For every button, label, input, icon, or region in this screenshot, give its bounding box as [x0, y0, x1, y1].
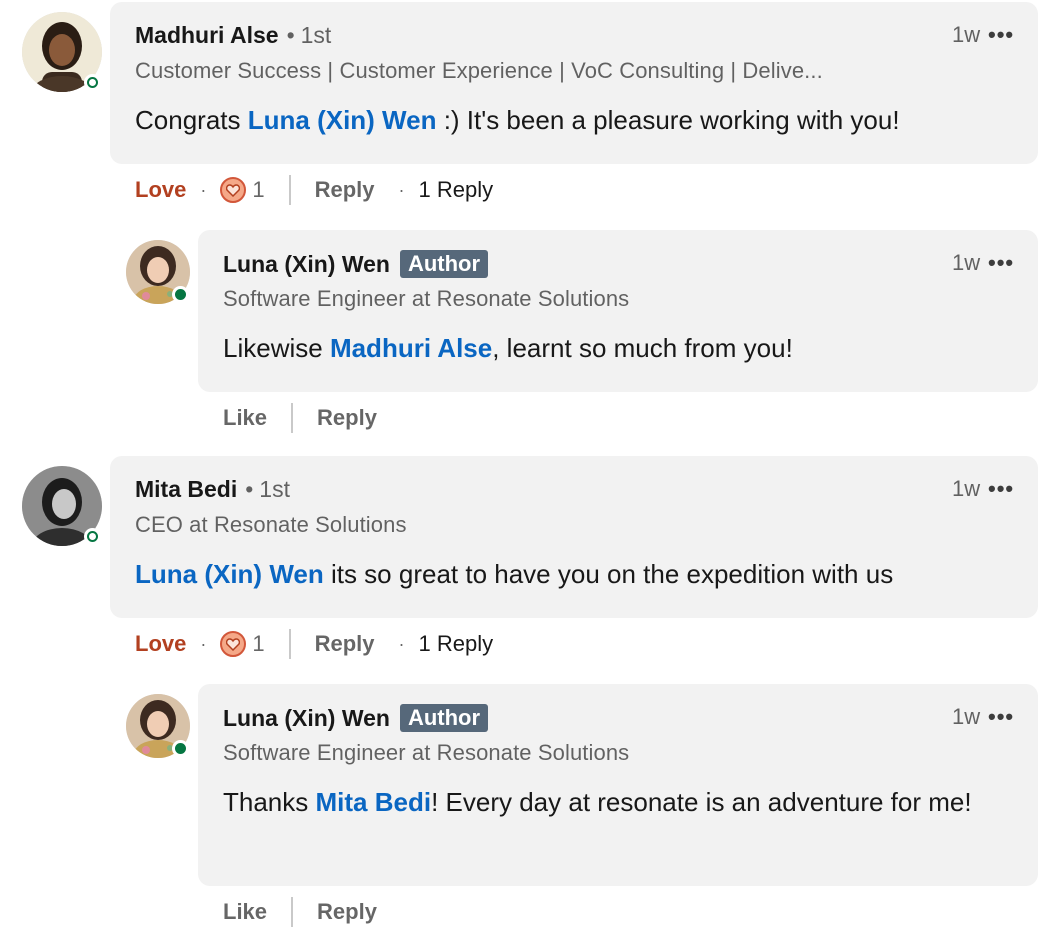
author-badge: Author	[399, 250, 489, 278]
comment-actions: Love · 1 Reply · 1 Reply	[135, 174, 493, 206]
comment-text: Luna (Xin) Wen its so great to have you …	[135, 559, 894, 589]
online-status-icon	[172, 286, 189, 303]
author-headline: CEO at Resonate Solutions	[135, 512, 407, 537]
more-horizontal-icon[interactable]: •••	[988, 476, 1014, 502]
comments-thread: Madhuri Alse • 1st Customer Success | Cus…	[0, 0, 1052, 938]
online-status-icon	[172, 740, 189, 757]
reply-author-name[interactable]: Luna (Xin) Wen	[223, 705, 390, 732]
avatar-mita-bedi[interactable]	[22, 466, 102, 546]
author-headline: Customer Success | Customer Experience |…	[135, 58, 823, 83]
reply-button[interactable]: Reply	[317, 405, 377, 431]
online-status-icon	[84, 74, 101, 91]
mention-link[interactable]: Mita Bedi	[316, 787, 432, 817]
reply-text: Likewise Madhuri Alse, learnt so much fr…	[223, 333, 793, 363]
reply-text: Thanks Mita Bedi! Every day at resonate …	[223, 787, 972, 817]
reply-actions: Like Reply	[223, 402, 377, 434]
author-badge: Author	[399, 704, 489, 732]
comment-author-name[interactable]: Mita Bedi	[135, 476, 237, 503]
avatar-madhuri-alse[interactable]	[22, 12, 102, 92]
comment-name-line: Madhuri Alse • 1st	[135, 22, 331, 49]
mention-link[interactable]: Luna (Xin) Wen	[135, 559, 324, 589]
action-divider	[288, 629, 291, 659]
separator-dot: ·	[200, 179, 207, 200]
love-reaction-button[interactable]: Love	[135, 631, 186, 657]
reply-actions: Like Reply	[223, 896, 377, 928]
reaction-count[interactable]: 1	[220, 177, 265, 203]
reply-button[interactable]: Reply	[315, 631, 375, 657]
comment-timestamp: 1w	[952, 22, 981, 47]
connection-degree: • 1st	[245, 476, 290, 502]
replies-count-link[interactable]: 1 Reply	[419, 631, 494, 657]
reaction-count[interactable]: 1	[220, 631, 265, 657]
replies-count-link[interactable]: 1 Reply	[419, 177, 494, 203]
action-divider	[291, 897, 294, 927]
separator-dot: ·	[398, 179, 405, 200]
more-horizontal-icon[interactable]: •••	[988, 250, 1014, 276]
avatar-luna-xin-wen[interactable]	[126, 694, 190, 758]
separator-dot: ·	[200, 633, 207, 654]
comment-text: Congrats Luna (Xin) Wen :) It's been a p…	[135, 105, 900, 135]
online-status-icon	[84, 528, 101, 545]
reply-name-line: Luna (Xin) Wen Author	[223, 704, 489, 732]
avatar-luna-xin-wen[interactable]	[126, 240, 190, 304]
comment-actions: Love · 1 Reply · 1 Reply	[135, 628, 493, 660]
mention-link[interactable]: Madhuri Alse	[330, 333, 492, 363]
comment-bubble: Mita Bedi • 1st CEO at Resonate Solutions…	[110, 456, 1038, 618]
connection-degree: • 1st	[286, 22, 332, 48]
love-reaction-button[interactable]: Love	[135, 177, 186, 203]
reply-timestamp: 1w	[952, 704, 981, 729]
separator-dot: ·	[398, 633, 405, 654]
reply-bubble: Luna (Xin) Wen Author Software Engineer …	[198, 684, 1038, 886]
reply-name-line: Luna (Xin) Wen Author	[223, 250, 489, 278]
comment-bubble: Madhuri Alse • 1st Customer Success | Cus…	[110, 2, 1038, 164]
like-button[interactable]: Like	[223, 405, 267, 431]
reply-button[interactable]: Reply	[315, 177, 375, 203]
action-divider	[291, 403, 294, 433]
action-divider	[288, 175, 291, 205]
reply-timestamp: 1w	[952, 250, 981, 275]
reply-bubble: Luna (Xin) Wen Author Software Engineer …	[198, 230, 1038, 392]
comment-name-line: Mita Bedi • 1st	[135, 476, 290, 503]
author-headline: Software Engineer at Resonate Solutions	[223, 286, 630, 311]
more-horizontal-icon[interactable]: •••	[988, 22, 1014, 48]
author-headline: Software Engineer at Resonate Solutions	[223, 740, 630, 765]
comment-timestamp: 1w	[952, 476, 981, 501]
reply-button[interactable]: Reply	[317, 899, 377, 925]
reply-author-name[interactable]: Luna (Xin) Wen	[223, 251, 390, 278]
comment-author-name[interactable]: Madhuri Alse	[135, 22, 279, 49]
mention-link[interactable]: Luna (Xin) Wen	[248, 105, 437, 135]
heart-icon	[220, 177, 247, 203]
heart-icon	[220, 631, 247, 657]
like-button[interactable]: Like	[223, 899, 267, 925]
more-horizontal-icon[interactable]: •••	[988, 704, 1014, 730]
